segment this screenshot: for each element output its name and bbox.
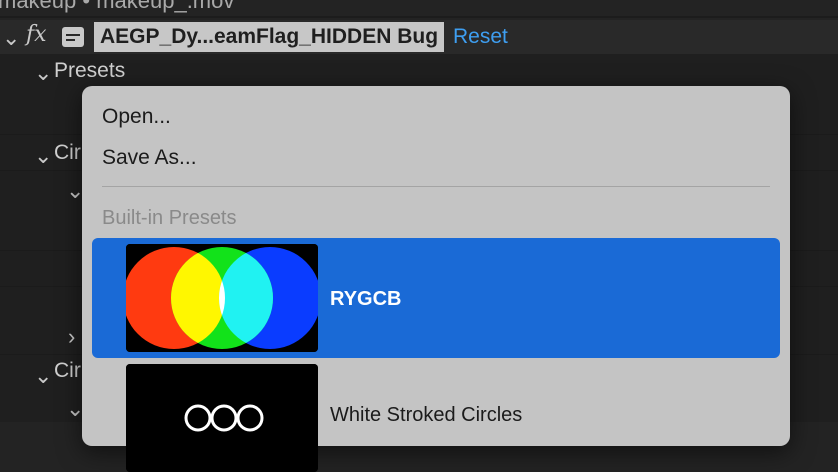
preset-label: White Stroked Circles: [330, 404, 523, 426]
preset-label: RYGCB: [330, 288, 402, 310]
menu-section-header: Built-in Presets: [102, 207, 237, 229]
chevron-down-icon[interactable]: ⌄: [2, 27, 20, 49]
circle-group-label: Cir: [54, 359, 81, 382]
chevron-right-icon[interactable]: ›: [68, 326, 75, 348]
rygcb-circles-image: [126, 244, 318, 352]
chevron-down-icon[interactable]: ⌄: [34, 62, 52, 84]
reset-link[interactable]: Reset: [453, 24, 508, 50]
menu-separator: [102, 186, 770, 187]
preset-thumbnail: [126, 364, 318, 472]
white-stroked-circles-image: [126, 364, 318, 472]
circle-group-label: Cir: [54, 141, 81, 164]
fx-icon[interactable]: fx: [26, 22, 47, 47]
preset-thumbnail: [126, 244, 318, 352]
window-title: makeup • makeup_.mov: [0, 0, 235, 13]
menu-item-save-as[interactable]: Save As...: [102, 146, 197, 170]
menu-item-open[interactable]: Open...: [102, 105, 171, 129]
presets-label: Presets: [54, 59, 126, 82]
chevron-down-icon[interactable]: ⌄: [34, 145, 52, 167]
chevron-down-icon[interactable]: ⌄: [34, 365, 52, 387]
effect-name[interactable]: AEGP_Dy...eamFlag_HIDDEN Bug: [94, 22, 445, 52]
effect-icon: [62, 27, 84, 47]
divider: [0, 16, 838, 18]
